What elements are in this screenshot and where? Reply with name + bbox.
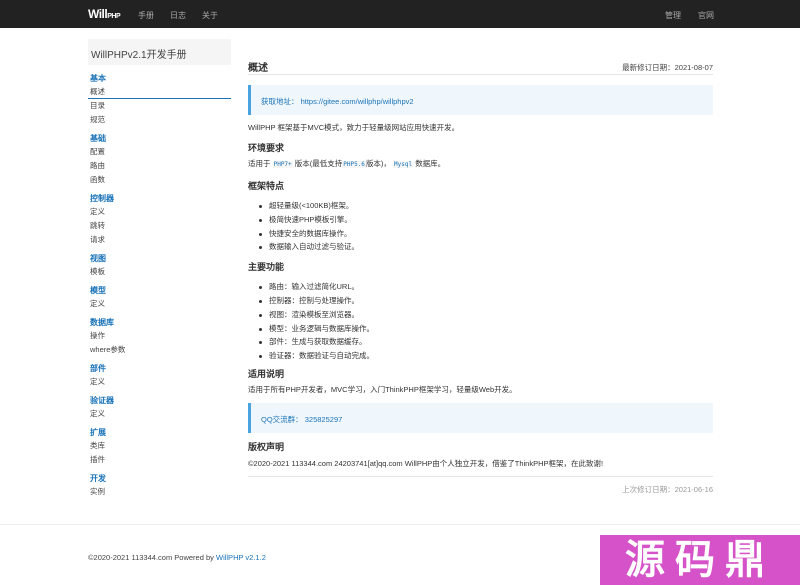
sidebar-title: WillPHPv2.1开发手册 xyxy=(88,39,231,65)
code-php7: PHP7+ xyxy=(272,161,293,168)
footer-text: ©2020-2021 113344.com Powered by WillPHP… xyxy=(88,553,266,562)
env-heading: 环境要求 xyxy=(248,143,285,153)
page-title: 概述 xyxy=(248,63,268,74)
nav-log[interactable]: 日志 xyxy=(170,10,186,21)
brand-text: Will xyxy=(88,7,108,21)
top-navbar: WillPHP 手册 日志 关于 管理 官网 xyxy=(0,0,800,28)
list-item: 控制器：控制与处理操作。 xyxy=(248,294,713,308)
qq-group-callout[interactable]: QQ交流群： 325825297 xyxy=(248,402,713,433)
sidebar-item[interactable]: 目录 xyxy=(88,99,231,113)
sidebar-group-heading: 扩展 xyxy=(90,428,106,437)
footer-version-link[interactable]: WillPHP v2.1.2 xyxy=(216,553,266,562)
sidebar-item[interactable]: 配置 xyxy=(88,145,231,159)
sidebar-item[interactable]: 实例 xyxy=(88,485,231,499)
sidebar-item[interactable]: 定义 xyxy=(88,297,231,311)
nav-official-site[interactable]: 官网 xyxy=(698,10,714,21)
list-item: 数据输入自动过滤与验证。 xyxy=(248,240,713,254)
brand-logo[interactable]: WillPHP xyxy=(88,7,121,21)
sidebar-group-heading: 基础 xyxy=(90,134,106,143)
watermark-logo: 源码鼎 xyxy=(600,535,800,585)
page-header: 概述 最新修订日期：2021-08-07 xyxy=(248,55,713,75)
sidebar-item[interactable]: 插件 xyxy=(88,453,231,467)
sidebar-item[interactable]: 模板 xyxy=(88,265,231,279)
env-post: 数据库。 xyxy=(415,159,446,168)
last-update-date: 上次修订日期：2021-06-16 xyxy=(622,484,713,494)
env-text: 适用于 PHP7+ 版本(最低支持PHP5.6版本)， Mysql 数据库。 xyxy=(248,158,713,171)
list-item: 快捷安全的数据库操作。 xyxy=(248,227,713,241)
sidebar-item[interactable]: 定义 xyxy=(88,407,231,421)
list-item: 视图：渲染模板至浏览器。 xyxy=(248,308,713,322)
nav-about[interactable]: 关于 xyxy=(202,10,218,21)
sidebar-group-heading: 验证器 xyxy=(90,396,114,405)
functions-heading: 主要功能 xyxy=(248,262,285,273)
sidebar-item[interactable]: 路由 xyxy=(88,159,231,173)
sidebar-item[interactable]: 跳转 xyxy=(88,219,231,233)
download-callout[interactable]: 获取地址： https://gitee.com/willphp/willphpv… xyxy=(248,85,713,115)
env-mid2: 版本)， xyxy=(365,159,391,168)
sidebar-item[interactable]: 定义 xyxy=(88,375,231,389)
copyright-heading: 版权声明 xyxy=(248,441,285,452)
intro-text: WillPHP 框架基于MVC模式，致力于轻量级网站应用快速开发。 xyxy=(248,123,460,132)
list-item: 路由：输入过滤简化URL。 xyxy=(248,280,713,294)
sidebar-group-heading: 数据库 xyxy=(90,318,114,327)
revised-date: 最新修订日期：2021-08-07 xyxy=(622,63,713,72)
brand-text-small: PHP xyxy=(107,13,121,20)
copyright-text: ©2020-2021 113344.com 24203741[at]qq.com… xyxy=(248,458,604,468)
nav-admin[interactable]: 管理 xyxy=(665,10,681,21)
sidebar: WillPHPv2.1开发手册 基本 概述 目录 规范 基础 配置 路由 函数 控制器 定义 跳转请… xyxy=(88,39,231,499)
list-item: 模型：业务逻辑与数据库操作。 xyxy=(248,322,713,336)
nav-manual[interactable]: 手册 xyxy=(138,10,154,21)
main-content: 概述 最新修订日期：2021-08-07 获取地址： https://gitee… xyxy=(248,55,713,496)
sidebar-item[interactable]: 函数 xyxy=(88,173,231,187)
functions-list: 路由：输入过滤简化URL。 控制器：控制与处理操作。 视图：渲染模板至浏览器。 … xyxy=(248,280,713,363)
env-mid: 版本(最低支持 xyxy=(294,159,343,168)
sidebar-item[interactable]: 定义 xyxy=(88,205,231,219)
sidebar-item[interactable]: 类库 xyxy=(88,439,231,453)
code-php56: PHP5.6 xyxy=(342,161,366,168)
code-mysql: Mysql xyxy=(393,161,414,168)
usage-heading: 适用说明 xyxy=(248,368,285,379)
features-heading: 框架特点 xyxy=(248,181,285,191)
sidebar-item[interactable]: 规范 xyxy=(88,113,231,127)
env-pre: 适用于 xyxy=(248,159,271,168)
content-divider xyxy=(248,475,713,477)
sidebar-item[interactable]: 概述 xyxy=(88,85,231,99)
sidebar-group-heading: 基本 xyxy=(90,74,106,83)
list-item: 极简快速PHP模板引擎。 xyxy=(248,213,713,227)
sidebar-group-heading: 控制器 xyxy=(90,194,114,203)
usage-text: 适用于所有PHP开发者，MVC学习，入门ThinkPHP框架学习，轻量级Web开… xyxy=(248,384,517,394)
features-list: 超轻量级(<100KB)框架。 极简快速PHP模板引擎。 快捷安全的数据库操作。… xyxy=(248,199,713,254)
sidebar-group-heading: 开发 xyxy=(90,474,106,483)
page-footer: ©2020-2021 113344.com Powered by WillPHP… xyxy=(0,524,800,562)
sidebar-item[interactable]: 请求 xyxy=(88,233,231,247)
list-item: 部件：生成与获取数据缓存。 xyxy=(248,335,713,349)
sidebar-item[interactable]: where参数 xyxy=(88,343,231,357)
list-item: 超轻量级(<100KB)框架。 xyxy=(248,199,713,213)
footer-copyright: ©2020-2021 113344.com Powered by xyxy=(88,553,214,562)
list-item: 验证器：数据验证与自动完成。 xyxy=(248,349,713,363)
sidebar-group-heading: 部件 xyxy=(90,364,106,373)
sidebar-group-heading: 模型 xyxy=(90,286,106,295)
sidebar-item[interactable]: 操作 xyxy=(88,329,231,343)
sidebar-group-heading: 视图 xyxy=(90,254,106,263)
